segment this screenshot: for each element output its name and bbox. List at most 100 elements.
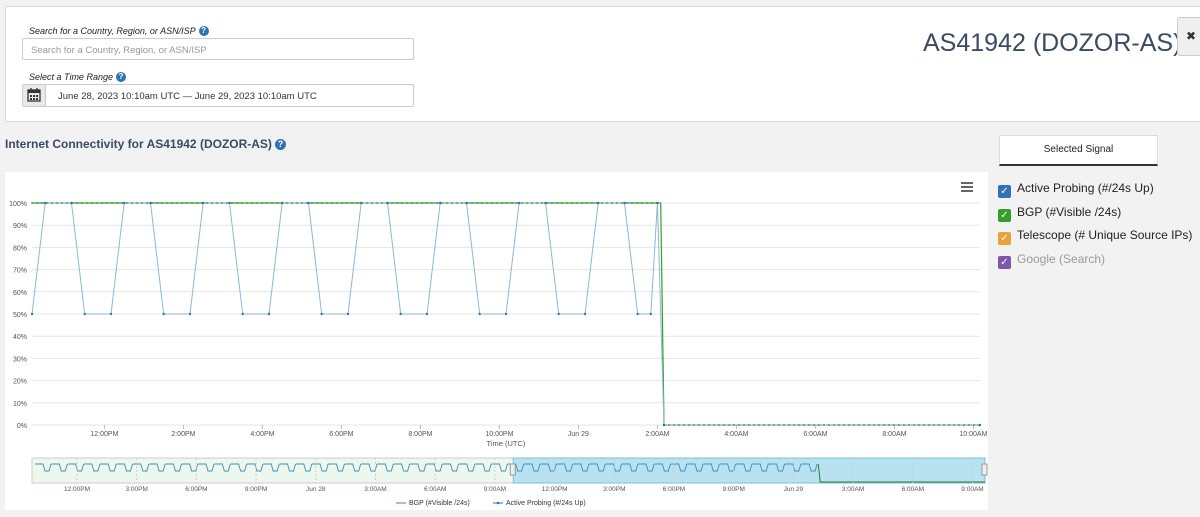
help-icon[interactable]: ? [198, 26, 209, 36]
bgp-point [858, 424, 860, 426]
bgp-point [361, 202, 363, 204]
checkbox-checked-icon[interactable]: ✓ [998, 232, 1011, 245]
active-probing-point [478, 312, 481, 316]
bgp-point [591, 202, 593, 204]
navigator-tick-label: 9:00AM [484, 486, 506, 493]
active-probing-point [425, 312, 429, 316]
y-tick-label: 80% [13, 245, 27, 252]
tab-selected-signal[interactable]: Selected Signal [999, 135, 1158, 166]
legend-bgp[interactable]: ✓ BGP (#Visible /24s) [998, 205, 1121, 222]
bgp-point [291, 202, 293, 204]
active-probing-point [346, 312, 350, 316]
search-label: Search for a Country, Region, or ASN/ISP… [29, 26, 209, 36]
bgp-point [758, 424, 760, 426]
bgp-point [948, 424, 950, 426]
bgp-point [491, 202, 493, 204]
y-tick-label: 20% [13, 379, 27, 386]
x-tick-label: 2:00AM [645, 431, 669, 438]
bgp-point [576, 202, 578, 204]
bgp-point [798, 424, 800, 426]
bgp-point [853, 424, 855, 426]
navigator-tick-label: 12:00PM [64, 486, 90, 493]
bgp-point [321, 202, 323, 204]
bgp-point [783, 424, 785, 426]
checkbox-checked-icon[interactable]: ✓ [998, 256, 1011, 269]
bgp-point [166, 202, 168, 204]
help-icon[interactable]: ? [115, 72, 126, 82]
legend-telescope[interactable]: ✓ Telescope (# Unique Source IPs) [998, 228, 1192, 245]
bgp-point [646, 202, 648, 204]
navigator-tick-label: 3:00PM [125, 486, 147, 493]
bgp-point [461, 202, 463, 204]
bgp-point [581, 202, 583, 204]
bgp-point [506, 202, 508, 204]
bgp-point [813, 424, 815, 426]
bgp-point [171, 202, 173, 204]
navigator-tick-label: 12:00PM [542, 486, 568, 493]
bgp-point [191, 202, 193, 204]
bgp-point [561, 202, 563, 204]
bgp-point [206, 202, 208, 204]
bgp-point [116, 202, 118, 204]
x-tick-label: 6:00PM [329, 431, 353, 438]
bgp-point [126, 202, 128, 204]
share-button[interactable]: ✖ [1177, 17, 1200, 56]
y-tick-label: 50% [13, 312, 27, 319]
legend-active-probing[interactable]: ✓ Active Probing (#/24s Up) [998, 181, 1154, 198]
active-probing-point [43, 201, 47, 205]
bgp-point [311, 202, 313, 204]
section-title-text: Internet Connectivity for AS41942 (DOZOR… [5, 137, 272, 151]
active-probing-point [109, 312, 113, 316]
bgp-point [161, 202, 163, 204]
bgp-point [376, 202, 378, 204]
bgp-point [738, 424, 740, 426]
time-range-input[interactable]: June 28, 2023 10:10am UTC — June 29, 202… [22, 84, 414, 107]
bgp-point [421, 202, 423, 204]
navigator-tick-label: Jun 29 [784, 486, 804, 493]
calendar-icon[interactable] [23, 85, 46, 106]
bgp-point [326, 202, 328, 204]
active-probing-point [583, 312, 587, 316]
legend-google[interactable]: ✓ Google (Search) [998, 252, 1105, 269]
bgp-point [546, 202, 548, 204]
active-probing-point [162, 312, 165, 316]
help-icon[interactable]: ? [274, 139, 286, 150]
bgp-point [351, 202, 353, 204]
bgp-point [531, 202, 533, 204]
bgp-point [141, 202, 143, 204]
bgp-point [651, 202, 653, 204]
bgp-point [571, 202, 573, 204]
bgp-point [386, 202, 388, 204]
bgp-point [818, 424, 820, 426]
y-tick-label: 0% [17, 423, 27, 430]
chart-menu-icon[interactable] [959, 180, 975, 194]
bgp-point [71, 202, 73, 204]
bgp-point [551, 202, 553, 204]
search-panel: Search for a Country, Region, or ASN/ISP… [5, 6, 1200, 122]
bgp-point [406, 202, 408, 204]
y-tick-label: 10% [13, 401, 27, 408]
bgp-point [793, 424, 795, 426]
time-range-label: Select a Time Range? [29, 72, 126, 82]
bgp-point [226, 202, 228, 204]
bgp-point [146, 202, 148, 204]
active-probing-point [267, 312, 271, 316]
navigator-tick-label: 3:00AM [364, 486, 386, 493]
bgp-point [838, 424, 840, 426]
active-probing-point [438, 201, 442, 205]
bgp-point [541, 202, 543, 204]
page-title: AS41942 (DOZOR-AS) [923, 29, 1182, 57]
bgp-point [631, 202, 633, 204]
bgp-point [281, 202, 283, 204]
bgp-point [878, 424, 880, 426]
active-probing-point [557, 312, 560, 316]
checkbox-checked-icon[interactable]: ✓ [998, 185, 1011, 198]
x-tick-label: 12:00PM [90, 431, 118, 438]
checkbox-checked-icon[interactable]: ✓ [998, 209, 1011, 222]
navigator-tick-label: 6:00AM [902, 486, 924, 493]
x-tick-label: 2:00PM [171, 431, 195, 438]
bgp-point [601, 202, 603, 204]
bgp-point [743, 424, 745, 426]
search-input[interactable]: Search for a Country, Region, or ASN/ISP [22, 38, 414, 60]
bgp-point [416, 202, 418, 204]
